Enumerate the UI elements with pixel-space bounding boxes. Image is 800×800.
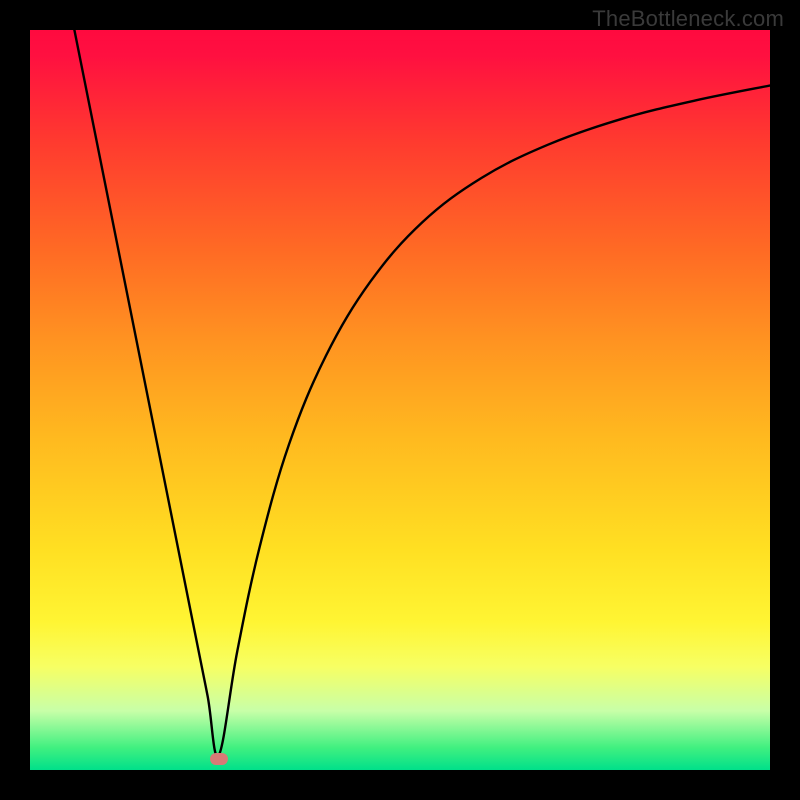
- optimum-marker: [210, 753, 228, 765]
- curve-path: [74, 30, 770, 756]
- chart-plot-area: [30, 30, 770, 770]
- bottleneck-curve: [30, 30, 770, 770]
- watermark-label: TheBottleneck.com: [592, 6, 784, 32]
